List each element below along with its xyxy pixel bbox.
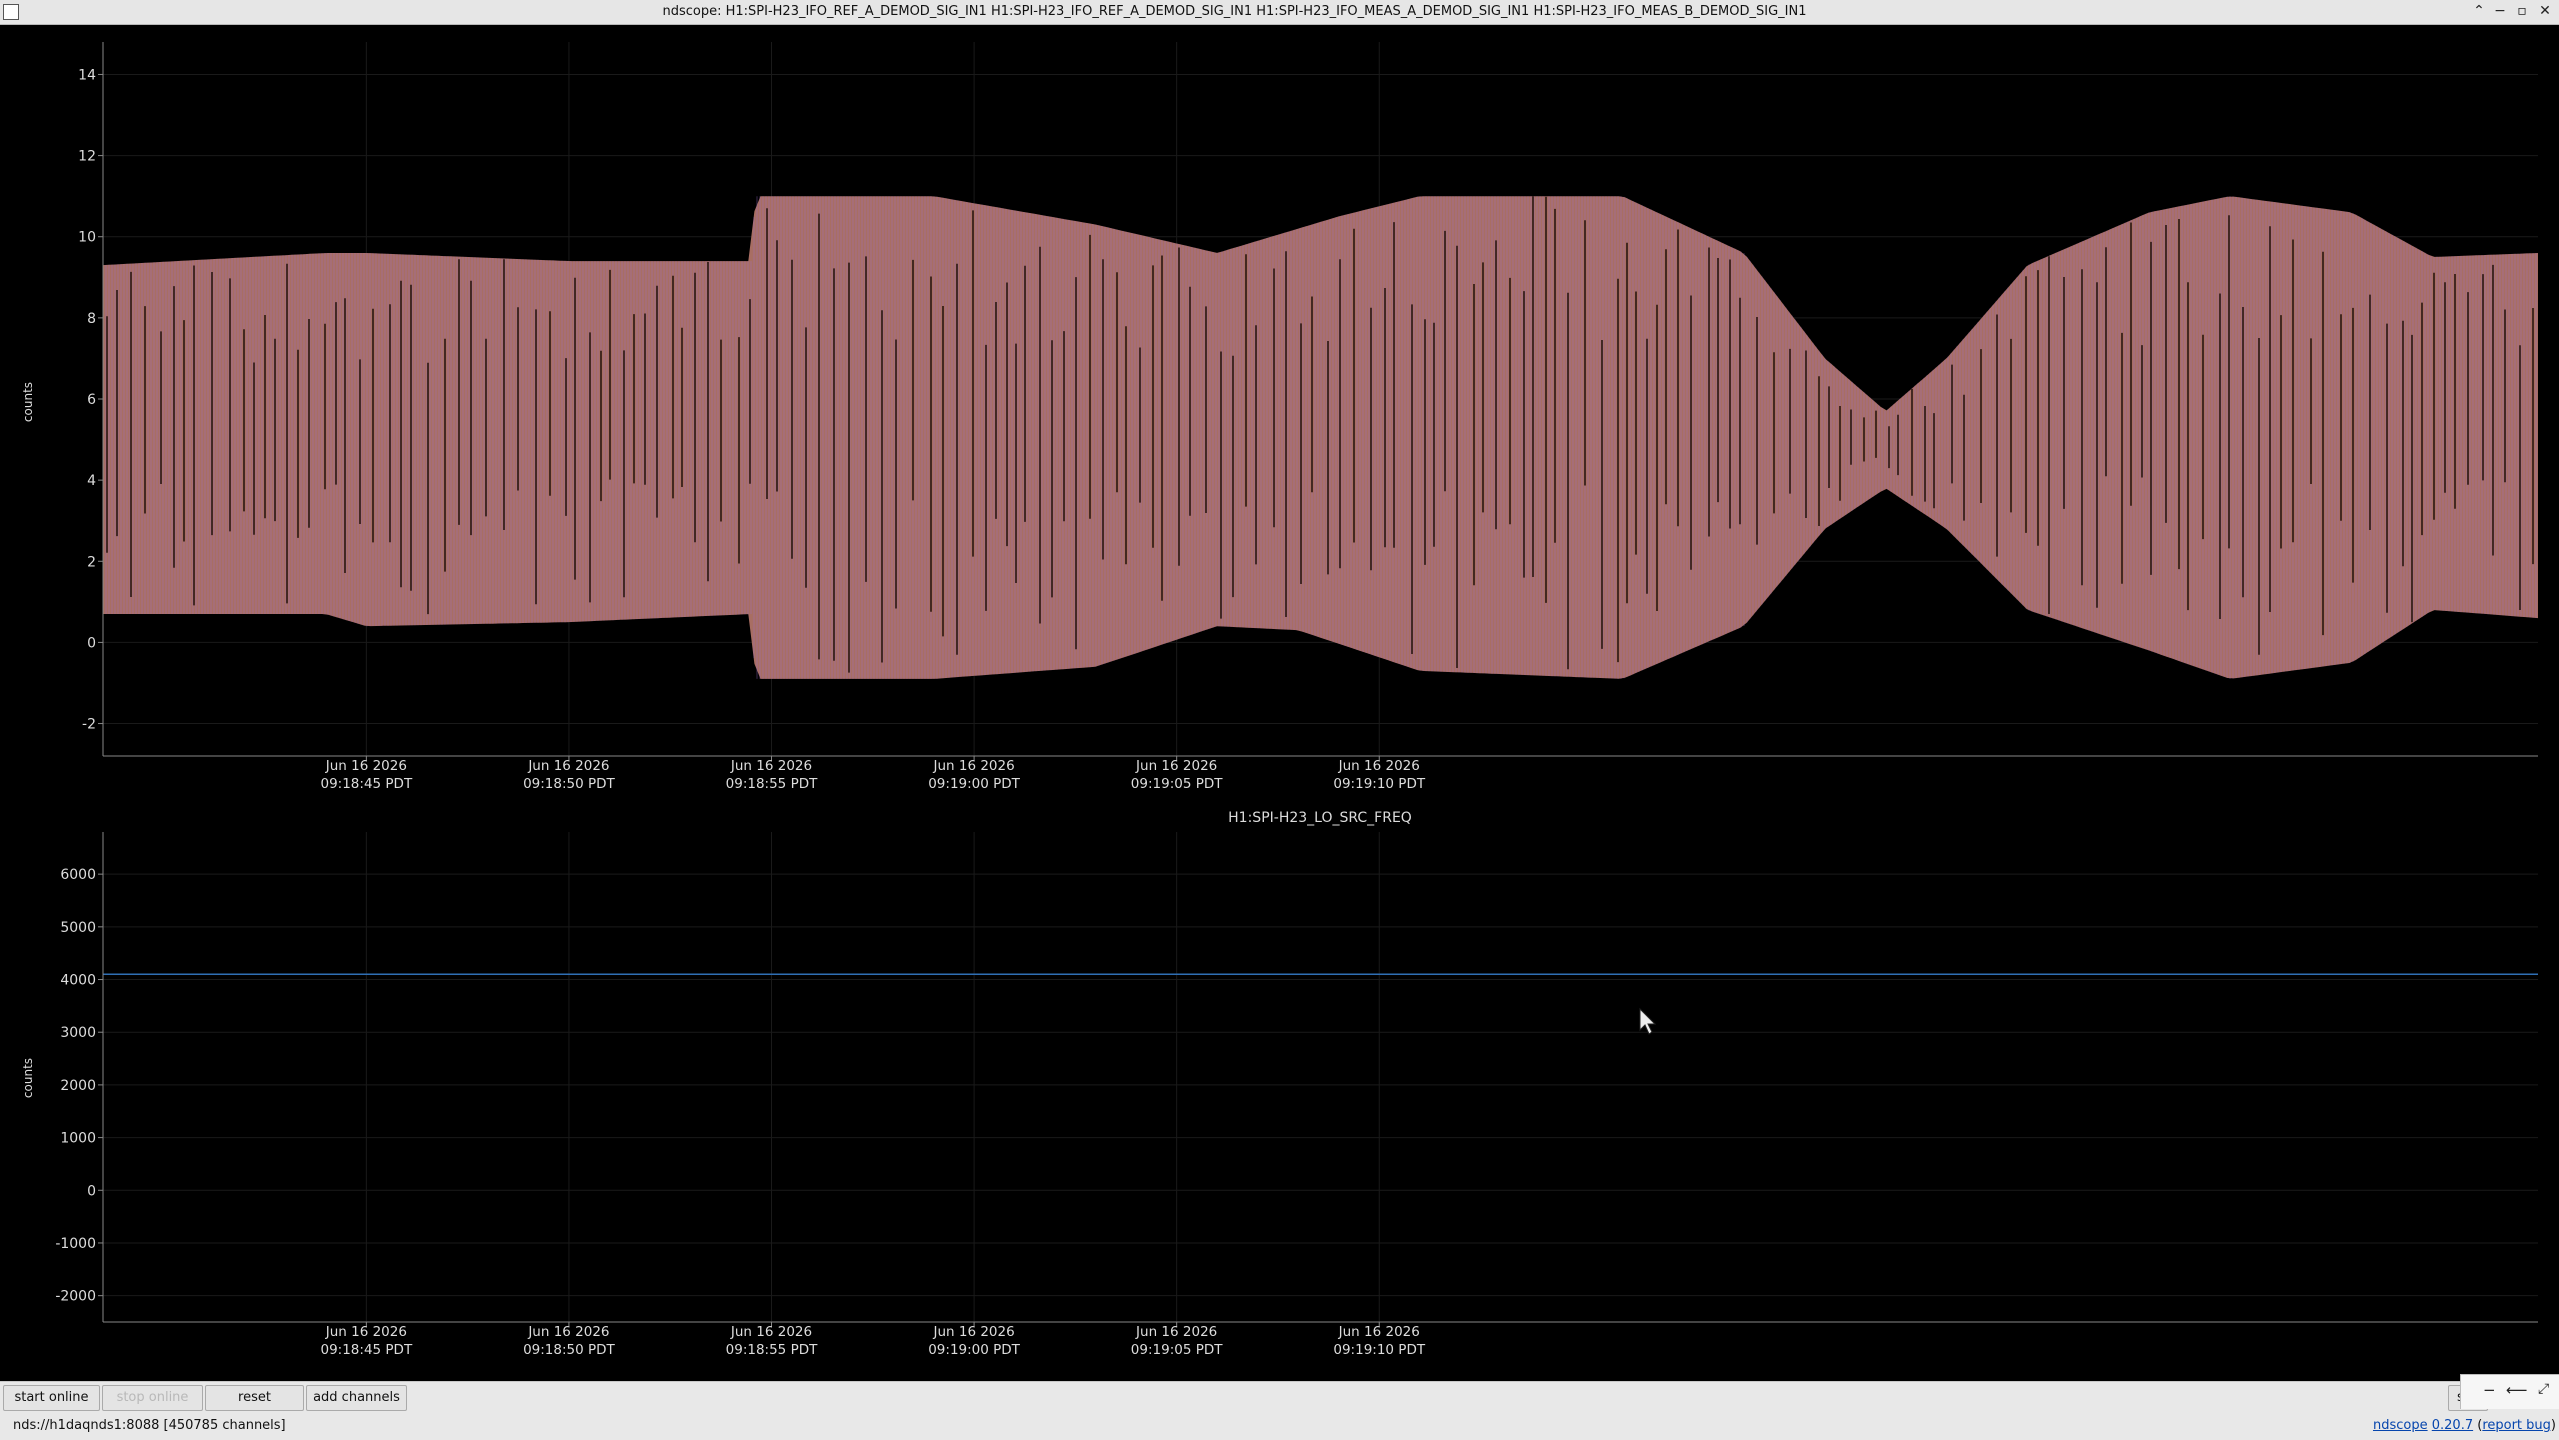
y-tick-label: 10 bbox=[78, 230, 96, 246]
add-channels-button[interactable]: add channels bbox=[306, 1385, 407, 1411]
y-tick-label: 4000 bbox=[60, 973, 96, 989]
y-axis-ticks: 6000 5000 4000 3000 2000 1000 0 -1000 -2000 bbox=[55, 867, 103, 1305]
x-tick-date: Jun 16 2026 bbox=[730, 758, 812, 774]
y-axis-label: counts bbox=[21, 382, 35, 422]
x-tick-time: 09:18:50 PDT bbox=[523, 776, 615, 792]
start-online-label: start online bbox=[14, 1390, 89, 1405]
y-tick-label: 12 bbox=[78, 149, 96, 165]
x-tick-date: Jun 16 2026 bbox=[1338, 1324, 1420, 1340]
y-tick-label: 2 bbox=[87, 554, 96, 570]
y-tick-label: 3000 bbox=[60, 1025, 96, 1041]
window-titlebar: ndscope: H1:SPI-H23_IFO_REF_A_DEMOD_SIG_… bbox=[0, 0, 2559, 25]
y-tick-label: 4 bbox=[87, 473, 96, 489]
arrow-left-icon[interactable]: ⟵ bbox=[2506, 1381, 2528, 1399]
x-tick-date: Jun 16 2026 bbox=[730, 1324, 812, 1340]
x-tick-time: 09:18:45 PDT bbox=[320, 776, 412, 792]
window-minimize-button[interactable]: − bbox=[2490, 1, 2510, 21]
x-tick-time: 09:19:10 PDT bbox=[1333, 776, 1425, 792]
y-tick-label: 6 bbox=[87, 392, 96, 408]
window-menu-button[interactable]: ⌃ bbox=[2469, 1, 2489, 21]
x-tick-time: 09:19:05 PDT bbox=[1131, 776, 1223, 792]
demod-signals-plot[interactable]: 14121086420-2 Jun 16 202609:18:45 PDTJun… bbox=[0, 24, 2559, 804]
x-tick-date: Jun 16 2026 bbox=[1135, 758, 1217, 774]
plot-grid bbox=[103, 832, 2538, 1322]
x-tick-time: 09:18:55 PDT bbox=[726, 1342, 818, 1358]
x-tick-time: 09:19:00 PDT bbox=[928, 776, 1020, 792]
x-axis-ticks: Jun 16 2026 09:18:45 PDT Jun 16 2026 09:18:… bbox=[320, 1322, 1426, 1358]
y-tick-label: 5000 bbox=[60, 920, 96, 936]
x-tick-time: 09:19:10 PDT bbox=[1333, 1342, 1425, 1358]
y-tick-label: -2000 bbox=[55, 1289, 96, 1305]
x-tick-time: 09:19:00 PDT bbox=[928, 1342, 1020, 1358]
x-tick-date: Jun 16 2026 bbox=[1135, 1324, 1217, 1340]
plot-traces bbox=[102, 196, 2538, 679]
y-tick-label: 2000 bbox=[60, 1078, 96, 1094]
version-link[interactable]: 0.20.7 bbox=[2432, 1418, 2473, 1433]
x-tick-date: Jun 16 2026 bbox=[325, 1324, 407, 1340]
x-tick-time: 09:18:50 PDT bbox=[523, 1342, 615, 1358]
x-tick-time: 09:19:05 PDT bbox=[1131, 1342, 1223, 1358]
zoom-out-icon[interactable]: − bbox=[2483, 1381, 2496, 1399]
x-tick-date: Jun 16 2026 bbox=[1338, 758, 1420, 774]
x-tick-date: Jun 16 2026 bbox=[325, 758, 407, 774]
lo-src-freq-plot[interactable]: H1:SPI-H23_LO_SRC_FREQ 6000 5000 4000 3000 2… bbox=[0, 804, 2559, 1381]
y-tick-label: 14 bbox=[78, 67, 96, 83]
y-tick-label: -2 bbox=[82, 717, 96, 733]
y-tick-label: 0 bbox=[87, 635, 96, 651]
x-tick-date: Jun 16 2026 bbox=[932, 758, 1014, 774]
status-text: nds://h1daqnds1:8088 [450785 channels] bbox=[13, 1418, 286, 1433]
y-axis-ticks: 14 12 10 8 6 4 2 0 -2 bbox=[78, 67, 103, 733]
stop-online-label: stop online bbox=[116, 1390, 189, 1405]
y-axis-label: counts bbox=[21, 1058, 35, 1098]
window-maximize-button[interactable]: ▫ bbox=[2512, 1, 2532, 21]
report-bug-link[interactable]: report bug bbox=[2482, 1418, 2551, 1433]
x-tick-date: Jun 16 2026 bbox=[527, 1324, 609, 1340]
reset-button[interactable]: reset bbox=[205, 1385, 304, 1411]
x-tick-date: Jun 16 2026 bbox=[527, 758, 609, 774]
ndscope-link[interactable]: ndscope bbox=[2373, 1418, 2428, 1433]
y-tick-label: 0 bbox=[87, 1183, 96, 1199]
zoom-controls: − ⟵ ⤢ bbox=[2460, 1374, 2559, 1409]
add-channels-label: add channels bbox=[313, 1390, 400, 1405]
y-tick-label: 1000 bbox=[60, 1131, 96, 1147]
start-online-button[interactable]: start online bbox=[3, 1385, 100, 1411]
mouse-cursor-icon bbox=[1639, 1007, 1657, 1035]
x-tick-date: Jun 16 2026 bbox=[932, 1324, 1014, 1340]
x-tick-time: 09:18:45 PDT bbox=[320, 1342, 412, 1358]
plot-title: H1:SPI-H23_LO_SRC_FREQ bbox=[1228, 810, 1412, 826]
y-tick-label: -1000 bbox=[55, 1236, 96, 1252]
y-tick-label: 8 bbox=[87, 311, 96, 327]
fit-view-icon[interactable]: ⤢ bbox=[2538, 1381, 2549, 1397]
x-tick-time: 09:18:55 PDT bbox=[726, 776, 818, 792]
y-tick-label: 6000 bbox=[60, 867, 96, 883]
reset-label: reset bbox=[238, 1390, 271, 1405]
stop-online-button: stop online bbox=[102, 1385, 203, 1411]
x-axis-ticks: Jun 16 2026 09:18:45 PDT Jun 16 2026 09:18:… bbox=[320, 756, 1426, 792]
window-close-button[interactable]: ✕ bbox=[2535, 1, 2555, 21]
window-title: ndscope: H1:SPI-H23_IFO_REF_A_DEMOD_SIG_… bbox=[662, 4, 1807, 19]
version-info: ndscope 0.20.7 (report bug) bbox=[2372, 1418, 2556, 1433]
